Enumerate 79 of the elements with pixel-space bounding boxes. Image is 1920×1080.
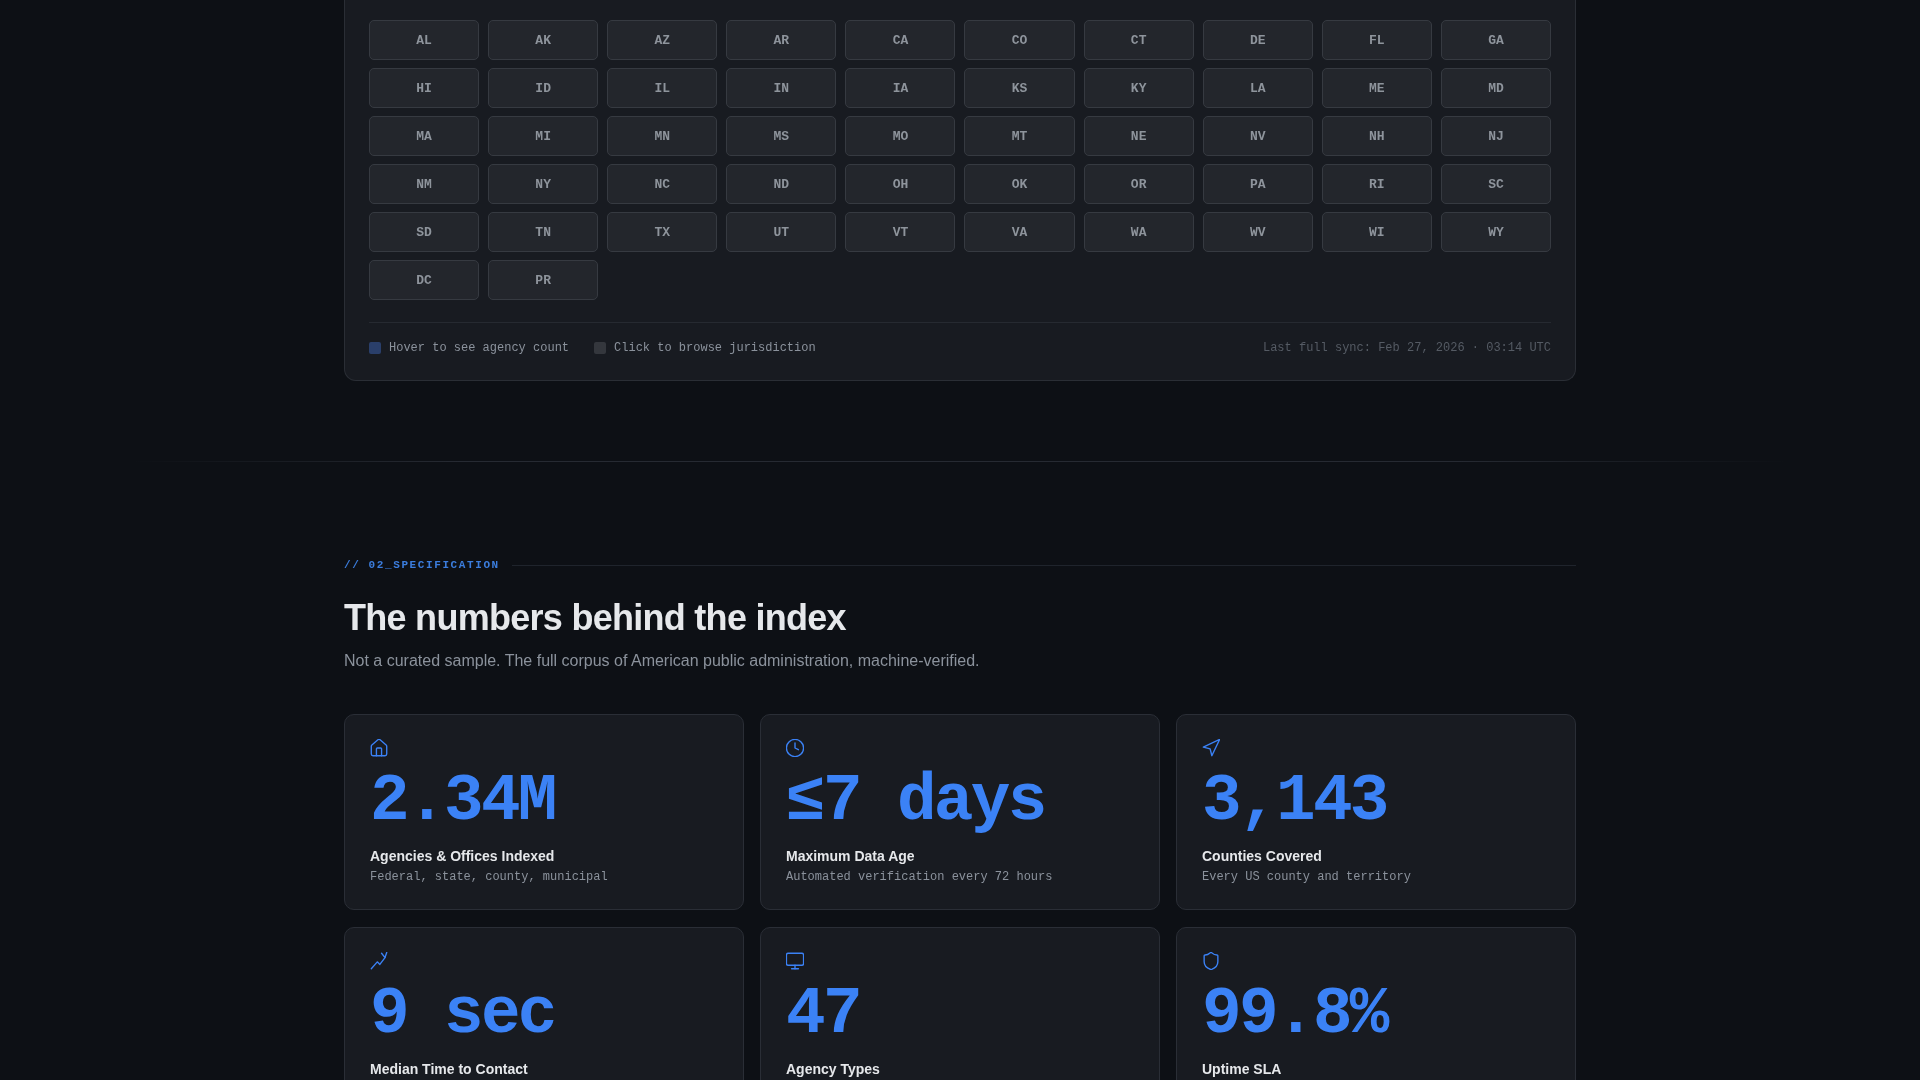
state-button[interactable]: AR bbox=[726, 20, 837, 60]
state-button[interactable]: KS bbox=[964, 68, 1075, 108]
state-button[interactable]: IA bbox=[845, 68, 956, 108]
stat-value: 9 sec bbox=[370, 982, 555, 1048]
state-button[interactable]: ID bbox=[488, 68, 599, 108]
state-button[interactable]: MD bbox=[1440, 68, 1551, 108]
house-icon bbox=[370, 739, 388, 757]
state-button[interactable]: OH bbox=[845, 164, 956, 204]
state-button[interactable]: NC bbox=[607, 164, 718, 204]
state-button[interactable]: NY bbox=[488, 164, 599, 204]
state-button[interactable]: WA bbox=[1083, 212, 1194, 252]
stat-label: Agencies & Offices Indexed bbox=[370, 847, 555, 866]
state-button[interactable]: MA bbox=[369, 116, 480, 156]
state-button[interactable]: CA bbox=[845, 20, 956, 60]
state-button[interactable]: ND bbox=[726, 164, 837, 204]
state-button[interactable]: TX bbox=[607, 212, 718, 252]
state-button[interactable]: OK bbox=[964, 164, 1075, 204]
state-button[interactable]: PR bbox=[488, 260, 599, 300]
stat-value: 99.8% bbox=[1202, 982, 1387, 1048]
stat-description: Every US county and territory bbox=[1202, 869, 1411, 886]
section-subtitle: Not a curated sample. The full corpus of American public administration, machine-verified. bbox=[344, 651, 981, 671]
navigation-arrow-icon bbox=[1202, 739, 1220, 757]
shield-icon bbox=[1202, 952, 1220, 970]
stat-label: Counties Covered bbox=[1202, 847, 1322, 866]
state-button[interactable]: PA bbox=[1202, 164, 1313, 204]
state-button[interactable]: HI bbox=[369, 68, 480, 108]
section-label: // 02_SPECIFICATION bbox=[344, 558, 500, 572]
stat-value: 2.34M bbox=[370, 769, 555, 835]
state-button[interactable]: AK bbox=[488, 20, 599, 60]
state-button[interactable]: LA bbox=[1202, 68, 1313, 108]
state-button[interactable]: MO bbox=[845, 116, 956, 156]
stat-label: Maximum Data Age bbox=[786, 847, 915, 866]
state-button[interactable]: GA bbox=[1440, 20, 1551, 60]
state-button[interactable]: WY bbox=[1440, 212, 1551, 252]
stat-value: 47 bbox=[786, 982, 860, 1048]
stat-label: Median Time to Contact bbox=[370, 1060, 528, 1079]
monitor-icon bbox=[786, 952, 804, 970]
state-button[interactable]: IL bbox=[607, 68, 718, 108]
state-button[interactable]: CT bbox=[1083, 20, 1194, 60]
stat-label: Uptime SLA bbox=[1202, 1060, 1282, 1079]
state-button[interactable]: FL bbox=[1321, 20, 1432, 60]
clock-icon bbox=[786, 739, 804, 757]
state-button[interactable]: UT bbox=[726, 212, 837, 252]
state-button[interactable]: WV bbox=[1202, 212, 1313, 252]
zigzag-line-icon bbox=[370, 952, 388, 970]
state-button[interactable]: MI bbox=[488, 116, 599, 156]
state-button[interactable]: NJ bbox=[1440, 116, 1551, 156]
state-button[interactable]: SC bbox=[1440, 164, 1551, 204]
state-button[interactable]: OR bbox=[1083, 164, 1194, 204]
state-button[interactable]: DC bbox=[369, 260, 480, 300]
state-button[interactable]: NH bbox=[1321, 116, 1432, 156]
state-button[interactable]: RI bbox=[1321, 164, 1432, 204]
state-button[interactable]: ME bbox=[1321, 68, 1432, 108]
stat-description: Federal, state, county, municipal bbox=[370, 869, 608, 886]
state-button[interactable]: SD bbox=[369, 212, 480, 252]
state-button[interactable]: VT bbox=[845, 212, 956, 252]
state-button[interactable]: DE bbox=[1202, 20, 1313, 60]
section-title: The numbers behind the index bbox=[344, 596, 847, 639]
state-button[interactable]: WI bbox=[1321, 212, 1432, 252]
state-button[interactable]: IN bbox=[726, 68, 837, 108]
state-button[interactable]: KY bbox=[1083, 68, 1194, 108]
state-button[interactable]: NE bbox=[1083, 116, 1194, 156]
state-button[interactable]: VA bbox=[964, 212, 1075, 252]
state-button[interactable]: AL bbox=[369, 20, 480, 60]
state-button[interactable]: MS bbox=[726, 116, 837, 156]
stat-value: 3,143 bbox=[1202, 769, 1387, 835]
state-button[interactable]: MT bbox=[964, 116, 1075, 156]
state-button[interactable]: NV bbox=[1202, 116, 1313, 156]
state-button[interactable]: NM bbox=[369, 164, 480, 204]
state-button[interactable]: MN bbox=[607, 116, 718, 156]
stat-description: Automated verification every 72 hours bbox=[786, 869, 1053, 886]
stat-label: Agency Types bbox=[786, 1060, 880, 1079]
stat-value: ≤7 days bbox=[786, 769, 1045, 835]
state-button[interactable]: CO bbox=[964, 20, 1075, 60]
state-button[interactable]: TN bbox=[488, 212, 599, 252]
state-button[interactable]: AZ bbox=[607, 20, 718, 60]
sync-status: Last full sync: Feb 27, 2026 · 03:14 UTC bbox=[1262, 340, 1551, 357]
legend-label: Click to browse jurisdiction bbox=[614, 340, 816, 357]
legend-label: Hover to see agency count bbox=[389, 340, 570, 357]
